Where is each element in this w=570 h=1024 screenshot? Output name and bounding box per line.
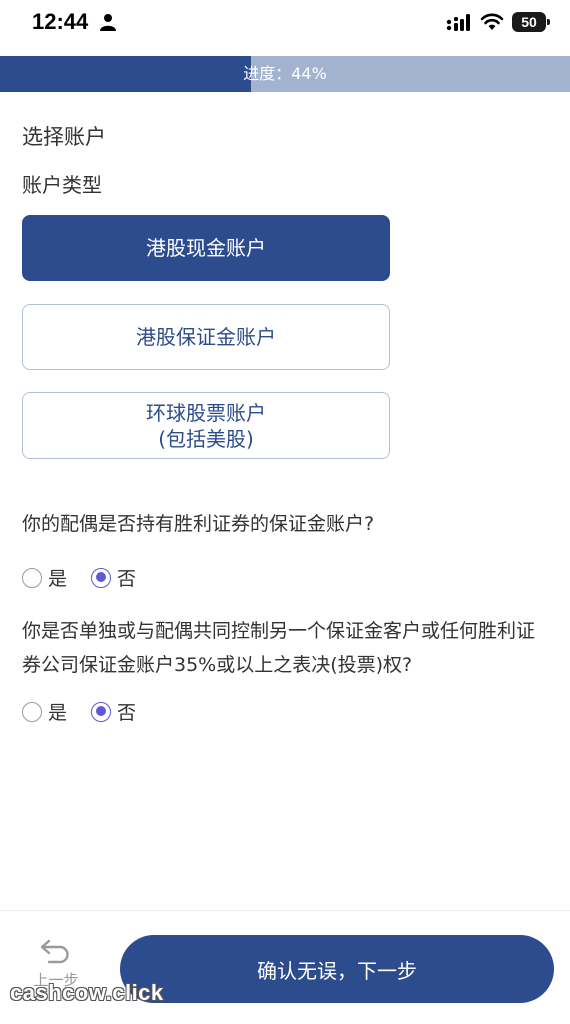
radio-group-q1: 是 否 xyxy=(22,564,160,591)
radio-group-q2: 是 否 xyxy=(22,698,160,725)
status-bar: 12:44 50 xyxy=(0,0,570,56)
radio-label: 否 xyxy=(117,568,137,590)
radio-label: 是 xyxy=(48,702,68,724)
status-icons: 50 xyxy=(446,10,550,34)
radio-option-no[interactable]: 否 xyxy=(91,564,136,591)
radio-label: 是 xyxy=(48,568,68,590)
account-type-label-line: 港股保证金账户 xyxy=(136,325,276,349)
bottom-action-bar: 上一步 确认无误，下一步 xyxy=(0,910,570,1024)
progress-label: 进度：44% xyxy=(243,64,327,83)
account-type-label-line: 港股现金账户 xyxy=(146,236,266,260)
radio-circle[interactable] xyxy=(22,701,42,722)
radio-option-yes[interactable]: 是 xyxy=(22,698,67,725)
wifi-icon xyxy=(480,13,504,30)
account-type-hk-cash-button[interactable]: 港股现金账户 xyxy=(22,215,390,281)
account-type-label-line: 环球股票账户 xyxy=(146,400,266,425)
watermark: cashcow.click xyxy=(10,980,164,1005)
radio-circle[interactable] xyxy=(91,567,112,588)
progress-bar: 进度：44% xyxy=(0,56,570,92)
section-title: 选择账户 xyxy=(22,125,106,149)
radio-label: 否 xyxy=(117,702,137,724)
question-voting-control: 你是否单独或与配偶共同控制另一个保证金客户或任何胜利证券公司保证金账户35%或以… xyxy=(22,620,536,676)
radio-option-yes[interactable]: 是 xyxy=(22,564,67,591)
account-type-global-stock-button[interactable]: 环球股票账户 (包括美股) xyxy=(22,392,390,459)
account-type-label-line: (包括美股) xyxy=(158,426,254,451)
question-spouse-margin-account: 你的配偶是否持有胜利证券的保证金账户? xyxy=(22,513,375,535)
account-type-label: 账户类型 xyxy=(22,173,102,197)
confirm-next-button[interactable]: 确认无误，下一步 xyxy=(120,935,554,1003)
account-type-hk-margin-button[interactable]: 港股保证金账户 xyxy=(22,304,390,370)
status-time: 12:44 xyxy=(32,9,89,34)
undo-arrow-icon xyxy=(40,939,69,964)
radio-circle[interactable] xyxy=(91,701,112,722)
signal-icon xyxy=(446,14,470,31)
radio-circle[interactable] xyxy=(22,567,42,588)
person-icon xyxy=(100,14,116,31)
battery-icon: 50 xyxy=(512,12,550,32)
radio-option-no[interactable]: 否 xyxy=(91,698,136,725)
